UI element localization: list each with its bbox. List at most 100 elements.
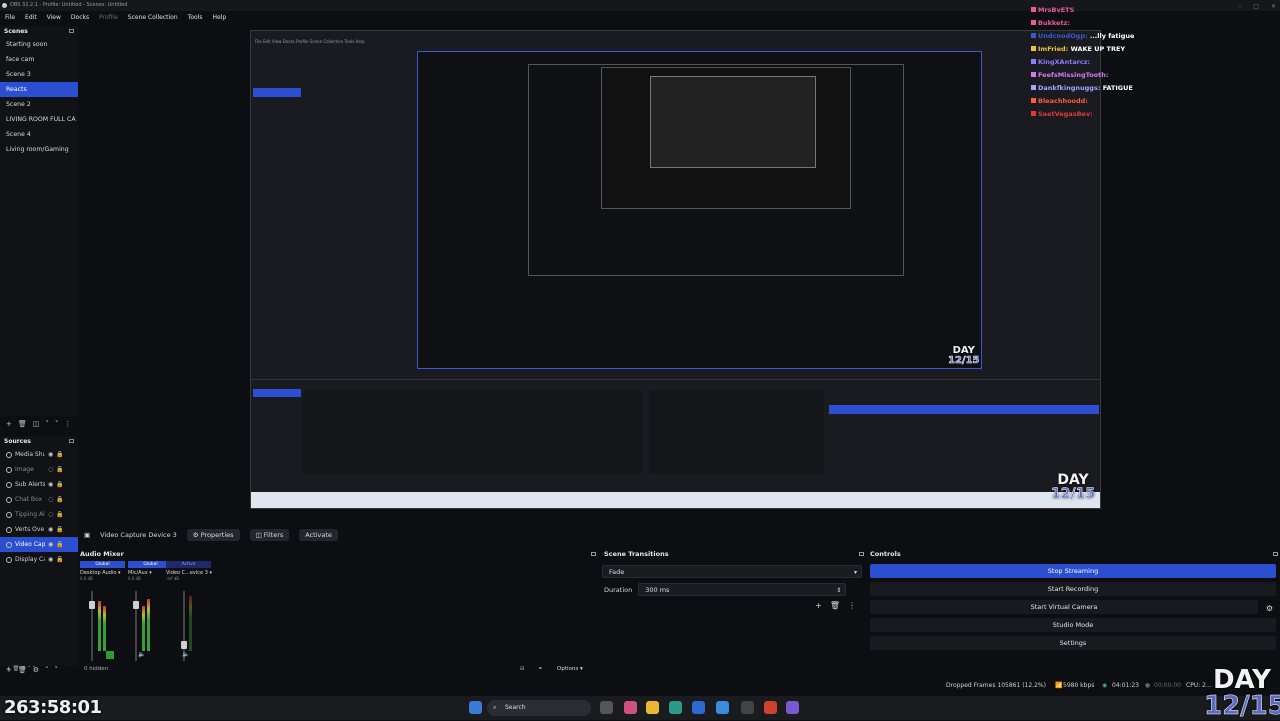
move-up-icon[interactable]: ˄ [45,420,49,428]
menu-docks[interactable]: Docks [66,12,94,24]
scene-item[interactable]: face cam [0,52,78,67]
source-item[interactable]: Media Shu ◉ 🔒 [0,447,78,462]
move-down-icon[interactable]: ˅ [55,420,59,428]
chat-overlay: MrsBvETS Bukketz: UndcnodOgp: ...lly fat… [1031,4,1191,121]
lock-icon[interactable]: 🔒 [56,507,63,522]
options-button[interactable]: Options ▾ [557,666,583,672]
eye-icon[interactable]: ◉ [48,522,53,537]
volume-fader-knob[interactable] [89,601,95,609]
undock-icon[interactable] [859,552,864,556]
source-item[interactable]: Sub Alerts ◉ 🔒 [0,477,78,492]
more-icon[interactable]: ⋮ [848,601,856,610]
menu-tools[interactable]: Tools [183,12,208,24]
scene-item[interactable]: Living room/Gaming [0,142,78,157]
lock-icon[interactable]: 🔒 [56,492,63,507]
menu-file[interactable]: File [0,12,20,24]
eye-icon[interactable]: ◌ [48,507,53,522]
source-item[interactable]: Tipping Al ◌ 🔒 [0,507,78,522]
stepper-icon[interactable]: ⇕ [836,584,841,597]
obs-logo-icon [2,3,7,8]
speaker-icon[interactable]: 🔈 [182,651,189,658]
filters-button[interactable]: ◫ Filters [249,529,290,541]
remove-transition-icon[interactable]: 🗑 [830,601,840,610]
menu-scene-collection[interactable]: Scene Collection [123,12,183,24]
app-icon[interactable] [716,701,729,714]
chat-username: KingXAntarcz: [1038,58,1091,66]
close-icon[interactable]: ✕ [1271,1,1276,12]
source-item[interactable]: Chat Box ◌ 🔒 [0,492,78,507]
maximize-icon[interactable]: □ [1253,1,1259,12]
volume-fader-knob[interactable] [133,601,139,609]
start-recording-button[interactable]: Start Recording [870,582,1276,596]
lock-icon[interactable]: 🔒 [56,462,63,477]
edge-icon[interactable] [669,701,682,714]
menu-view[interactable]: View [42,12,66,24]
volume-fader-knob[interactable] [181,641,187,649]
scene-item[interactable]: LIVING ROOM FULL CA [0,112,78,127]
scene-item[interactable]: Scene 3 [0,67,78,82]
taskbar-search[interactable]: ⌕ Search [487,700,591,716]
lock-icon[interactable]: 🔒 [56,552,63,567]
task-view-icon[interactable] [600,701,613,714]
menu-help[interactable]: Help [207,12,231,24]
eye-icon[interactable]: ◉ [48,552,53,567]
remove-scene-icon[interactable]: 🗑 [18,420,27,428]
duration-input[interactable]: 300 ms ⇕ [638,583,847,597]
scene-item[interactable]: Scene 2 [0,97,78,112]
move-up-icon[interactable]: ˄ [45,666,49,674]
hidden-count: 0 hidden [84,666,109,672]
transition-select[interactable]: Fade ▾ [602,565,862,578]
start-icon[interactable] [469,701,482,714]
eye-icon[interactable]: ◉ [48,477,53,492]
more-icon[interactable]: ⋮ [64,420,71,428]
menu-edit[interactable]: Edit [20,12,42,24]
scene-item[interactable]: Starting soon [0,37,78,52]
undock-icon[interactable] [591,552,596,556]
obs-icon[interactable] [741,701,754,714]
scene-item[interactable]: Scene 4 [0,127,78,142]
eye-icon[interactable]: ◌ [48,492,53,507]
add-transition-icon[interactable]: + [815,601,822,610]
mixer-layout-icon[interactable]: ⊟ [520,666,525,672]
studio-mode-button[interactable]: Studio Mode [870,618,1276,632]
explorer-icon[interactable] [646,701,659,714]
app-icon[interactable] [786,701,799,714]
link-icon[interactable]: ⚭ [538,666,543,672]
source-item[interactable]: Display Ca ◉ 🔒 [0,552,78,567]
app-icon[interactable] [624,701,637,714]
store-icon[interactable] [692,701,705,714]
lock-icon[interactable]: 🔒 [56,522,63,537]
minimize-icon[interactable]: – [1238,1,1241,12]
scene-item-selected[interactable]: Reacts [0,82,78,97]
filter-icon[interactable]: ◫ [33,420,40,428]
settings-button[interactable]: Settings [870,636,1276,650]
speaker-icon[interactable]: 🔈 [138,651,145,658]
stop-streaming-button[interactable]: Stop Streaming [870,564,1276,578]
move-down-icon[interactable]: ˅ [55,666,59,674]
eye-icon[interactable]: ◌ [48,462,53,477]
undock-icon[interactable] [69,29,74,33]
lock-icon[interactable]: 🔒 [56,477,63,492]
chat-message: ImFried: WAKE UP TREY [1031,43,1191,56]
preview-zoom-bar[interactable] [80,513,1280,523]
eye-icon[interactable]: ◉ [48,447,53,462]
lock-icon[interactable]: 🔒 [56,447,63,462]
menu-profile[interactable]: Profile [94,12,123,24]
activate-button[interactable]: Activate [299,529,338,541]
properties-button[interactable]: ⚙ Properties [186,529,240,541]
source-item[interactable]: Verts Ove ◉ 🔒 [0,522,78,537]
start-virtual-camera-button[interactable]: Start Virtual Camera [870,600,1258,614]
chat-message: Bukketz: [1031,17,1191,30]
headphone-icon[interactable] [106,651,114,659]
add-scene-icon[interactable]: + [6,420,12,428]
lock-icon[interactable]: 🔒 [56,537,63,552]
gear-icon[interactable]: ⚙ [1266,604,1273,613]
undock-icon[interactable] [69,439,74,443]
chrome-icon[interactable] [764,701,777,714]
chat-text: WAKE UP TREY [1070,45,1126,53]
source-item-selected[interactable]: Video Cap ◉ 🔒 [0,537,78,552]
program-preview[interactable]: File Edit View Docks Profile Scene Colle… [250,30,1101,509]
source-item[interactable]: Image ◌ 🔒 [0,462,78,477]
eye-icon[interactable]: ◉ [48,537,53,552]
undock-icon[interactable] [1273,552,1278,556]
